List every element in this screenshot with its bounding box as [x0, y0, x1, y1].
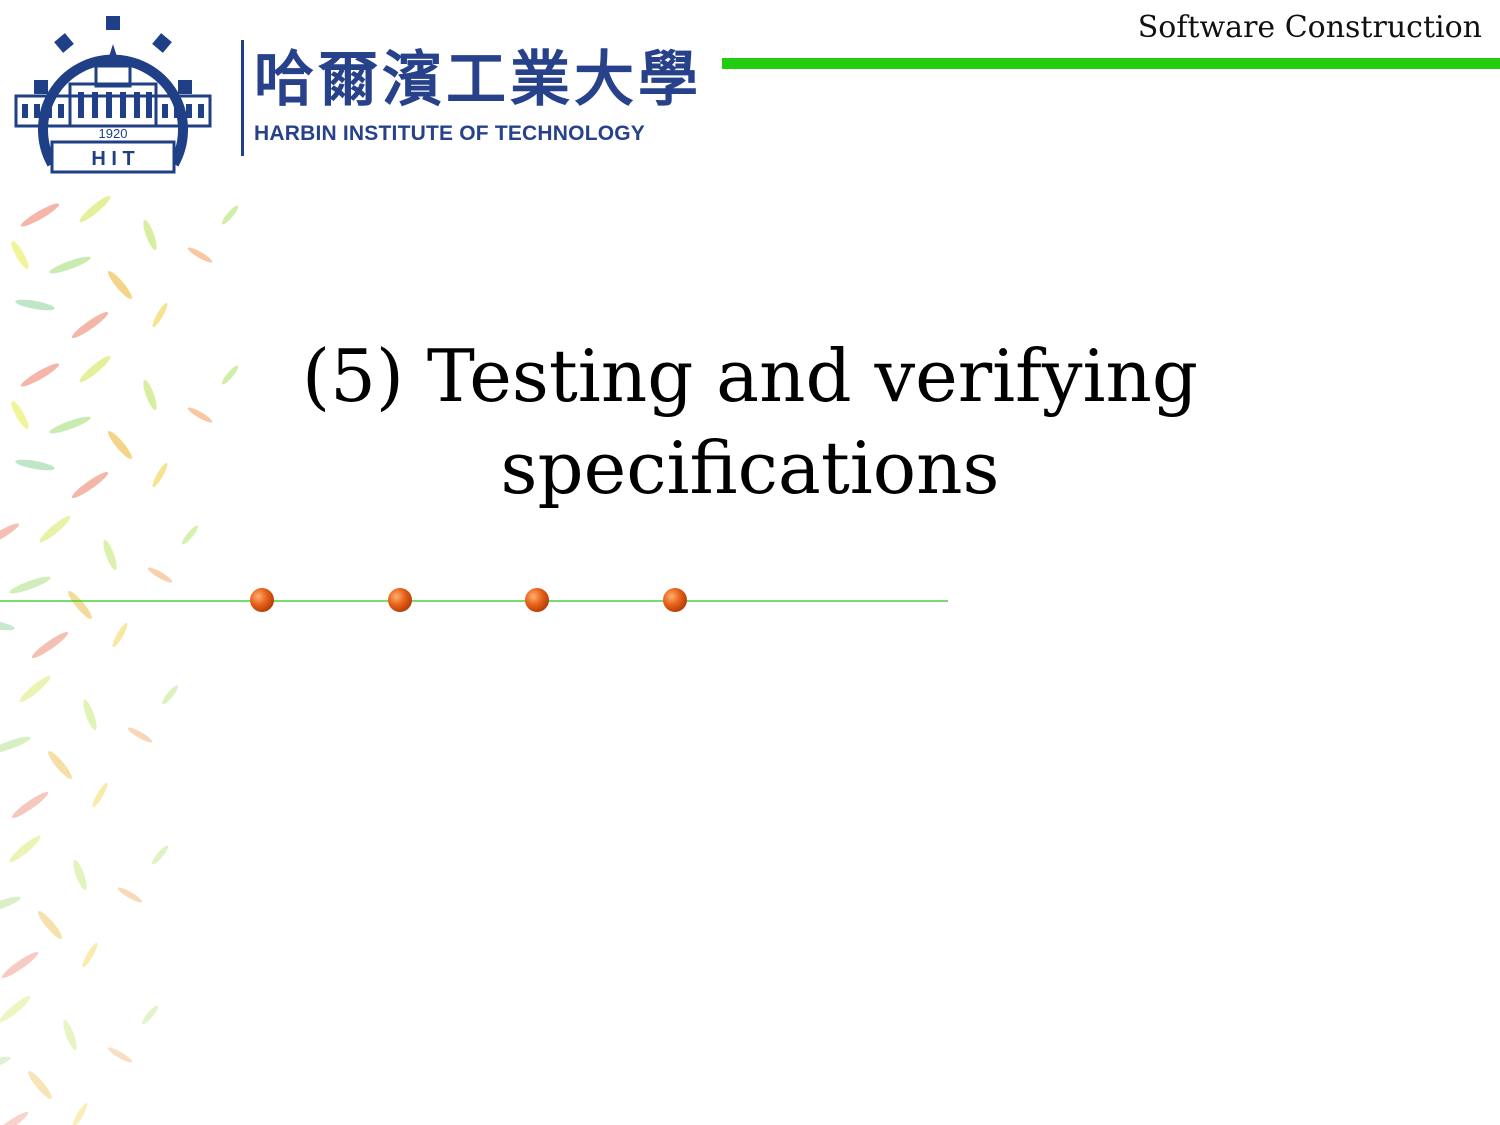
title-divider [0, 588, 948, 612]
slide-title-line-2: specifications [500, 426, 1000, 510]
slide-title-line-1: (5) Testing and verifying [302, 334, 1198, 418]
university-name-english: HARBIN INSTITUTE OF TECHNOLOGY [254, 122, 645, 145]
decorative-leaf-pattern [0, 195, 241, 1125]
university-name-chinese: 哈爾濱工業大學 [254, 45, 702, 115]
emblem-year: 1920 [99, 126, 128, 141]
hit-emblem-logo: 1920 H I T [14, 16, 212, 174]
divider-dot [525, 588, 549, 612]
header-accent-bar [722, 58, 1500, 69]
slide-title: (5) Testing and verifying specifications [250, 330, 1250, 514]
emblem-letters: H I T [91, 148, 134, 170]
divider-dot [250, 588, 274, 612]
course-title: Software Construction [1137, 10, 1482, 45]
divider-dot [663, 588, 687, 612]
divider-dot [388, 588, 412, 612]
logo-divider [241, 40, 244, 156]
